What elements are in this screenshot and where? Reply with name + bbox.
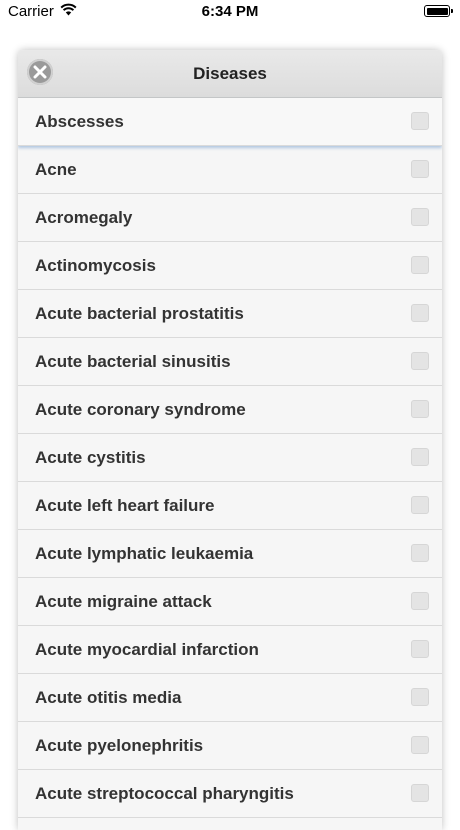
list-item[interactable]: Acne [18, 146, 442, 194]
list-item-label: Acute migraine attack [35, 591, 212, 611]
checkbox[interactable] [411, 448, 429, 466]
checkbox[interactable] [411, 640, 429, 658]
checkbox[interactable] [411, 592, 429, 610]
battery-icon [424, 5, 453, 17]
list-item-label: Acute cystitis [35, 447, 146, 467]
list-item-label: Acute pyelonephritis [35, 735, 204, 755]
list-item[interactable]: Acute bacterial sinusitis [18, 338, 442, 386]
list-item-label: Actinomycosis [35, 255, 156, 275]
list-item-label: Acromegaly [35, 207, 133, 227]
status-time: 6:34 PM [201, 3, 259, 20]
list-item[interactable]: Acromegaly [18, 194, 442, 242]
list-item[interactable]: Acute cystitis [18, 434, 442, 482]
list-item-label: Acute left heart failure [35, 495, 215, 515]
checkbox[interactable] [411, 160, 429, 178]
checkbox[interactable] [411, 208, 429, 226]
list-item[interactable]: Acute streptococcal pharyngitis [18, 770, 442, 818]
list-item-label: Acne [35, 159, 77, 179]
checkbox[interactable] [411, 784, 429, 802]
checkbox[interactable] [411, 496, 429, 514]
checkbox[interactable] [411, 256, 429, 274]
checkbox[interactable] [411, 736, 429, 754]
list-item-label: Acute lymphatic leukaemia [35, 543, 254, 563]
checkbox[interactable] [411, 352, 429, 370]
list-item[interactable]: Acute migraine attack [18, 578, 442, 626]
checkbox[interactable] [411, 544, 429, 562]
list-item-label: Acute otitis media [35, 687, 182, 707]
list-item[interactable]: Abscesses [18, 98, 442, 146]
list-item[interactable]: Acute coronary syndrome [18, 386, 442, 434]
list-item[interactable]: Acute myocardial infarction [18, 626, 442, 674]
checkbox[interactable] [411, 112, 429, 130]
disease-list: Abscesses Acne Acromegaly Actinomycosis … [18, 98, 442, 818]
list-item[interactable]: Acute pyelonephritis [18, 722, 442, 770]
list-item[interactable]: Acute lymphatic leukaemia [18, 530, 442, 578]
dialog-header: Diseases [18, 50, 442, 98]
dialog-title: Diseases [193, 64, 267, 83]
list-item-label: Acute coronary syndrome [35, 399, 246, 419]
list-item-label: Acute bacterial sinusitis [35, 351, 231, 371]
status-bar: Carrier 6:34 PM [0, 0, 460, 24]
list-item[interactable]: Acute bacterial prostatitis [18, 290, 442, 338]
list-item[interactable]: Actinomycosis [18, 242, 442, 290]
list-item[interactable]: Acute otitis media [18, 674, 442, 722]
list-item[interactable]: Acute left heart failure [18, 482, 442, 530]
list-item-label: Acute myocardial infarction [35, 639, 259, 659]
list-item-label: Abscesses [35, 111, 124, 131]
list-item-label: Acute streptococcal pharyngitis [35, 783, 294, 803]
checkbox[interactable] [411, 688, 429, 706]
checkbox[interactable] [411, 304, 429, 322]
diseases-dialog: Diseases Abscesses Acne Acromegaly Actin… [18, 50, 442, 830]
list-item-label: Acute bacterial prostatitis [35, 303, 244, 323]
checkbox[interactable] [411, 400, 429, 418]
